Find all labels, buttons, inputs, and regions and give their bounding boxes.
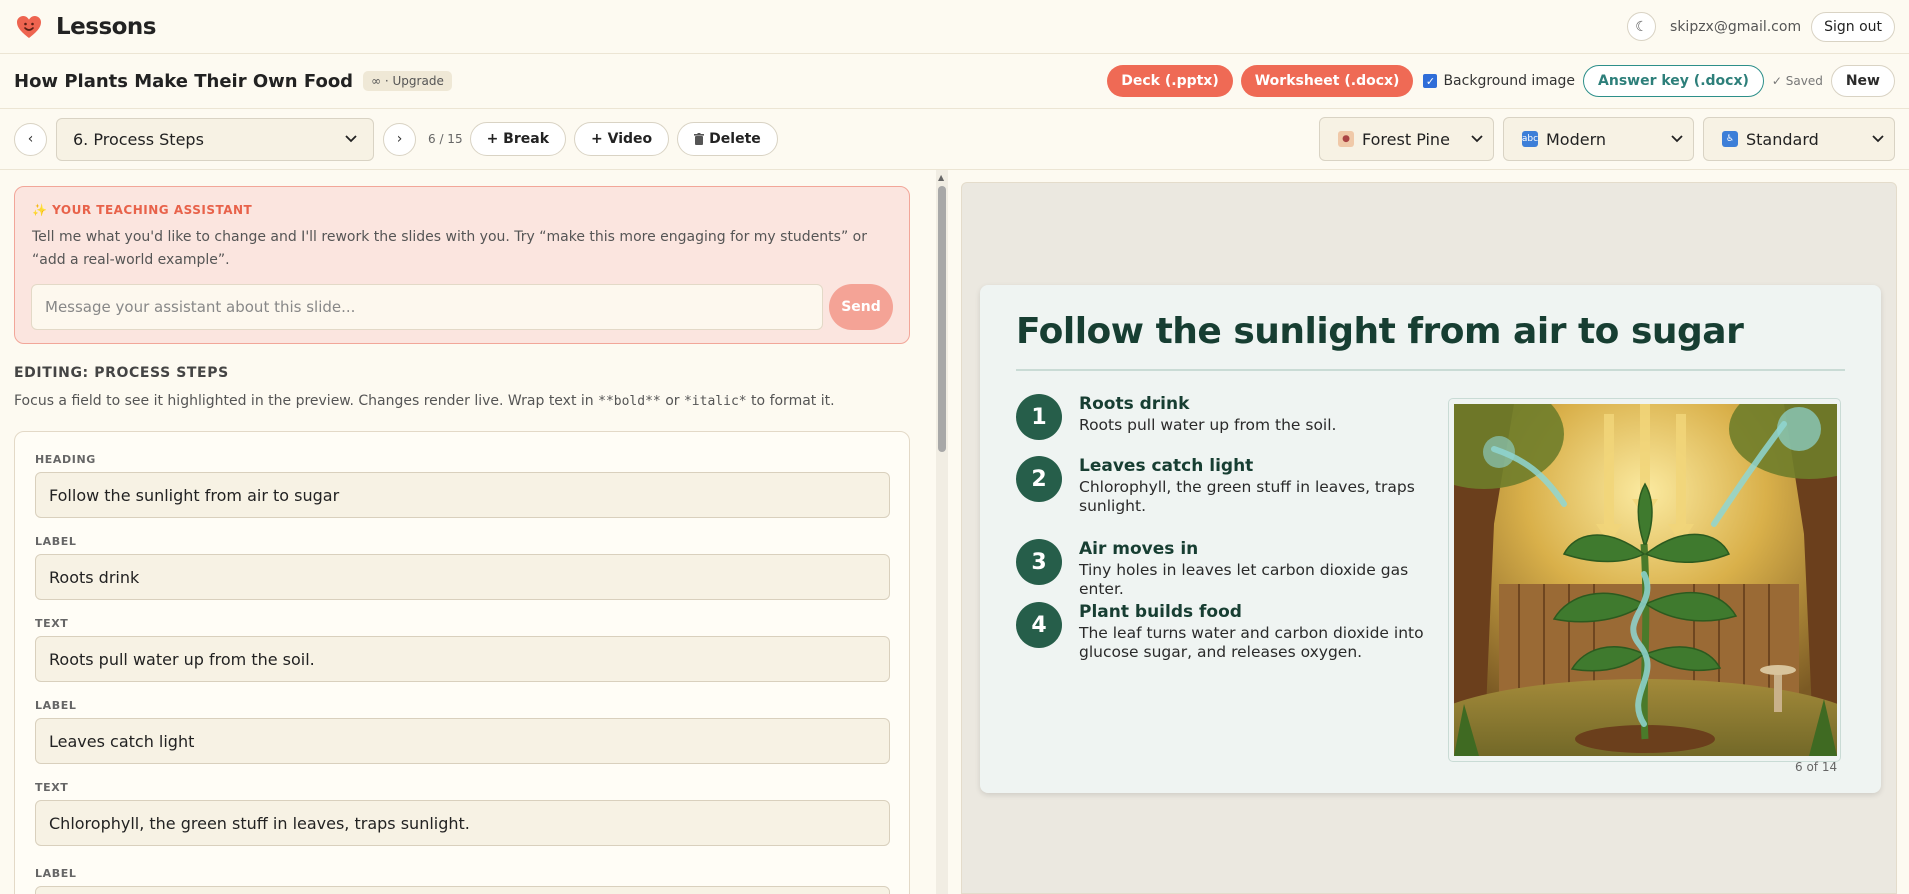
chevron-down-icon — [1471, 135, 1483, 143]
slide-select-value: 6. Process Steps — [73, 129, 204, 149]
title-divider — [1016, 369, 1845, 371]
field-label: HEADING — [35, 453, 96, 466]
top-bar: Lessons ☾ skipzx@gmail.com Sign out — [0, 0, 1909, 54]
new-lesson-button[interactable]: New — [1830, 65, 1895, 97]
step-2-label-input[interactable]: Leaves catch light — [35, 718, 890, 764]
slide-page-number: 6 of 14 — [1795, 760, 1838, 774]
delete-slide-button[interactable]: Delete — [677, 122, 778, 156]
accessibility-select-value: Standard — [1746, 129, 1819, 149]
assistant-heading: ✨ YOUR TEACHING ASSISTANT — [32, 203, 892, 217]
step-text: The leaf turns water and carbon dioxide … — [1079, 624, 1424, 661]
checkbox-checked-icon[interactable]: ✓ — [1423, 74, 1438, 88]
step-number: 3 — [1016, 539, 1062, 585]
step-3-label-input[interactable] — [35, 886, 890, 894]
accessibility-select[interactable]: ♿ Standard — [1703, 117, 1895, 161]
step-number: 4 — [1016, 602, 1062, 648]
editor-scrollbar[interactable]: ▲ — [936, 170, 948, 894]
slide-title[interactable]: Follow the sunlight from air to sugar — [1016, 311, 1744, 352]
abc-font-icon: abc — [1522, 131, 1538, 147]
lesson-title-bar: How Plants Make Their Own Food ∞ · Upgra… — [0, 54, 1909, 109]
delete-label: Delete — [709, 131, 761, 147]
slide-counter: 6 / 15 — [428, 132, 463, 146]
plant-illustration[interactable] — [1404, 379, 1889, 789]
chevron-down-icon — [345, 135, 357, 143]
moon-icon[interactable]: ☾ — [1627, 12, 1657, 41]
slide-select[interactable]: 6. Process Steps — [56, 117, 374, 161]
field-label: LABEL — [35, 699, 77, 712]
background-image-label: Background image — [1443, 73, 1576, 89]
style-select[interactable]: abc Modern — [1503, 117, 1694, 161]
sign-out-button[interactable]: Sign out — [1811, 11, 1895, 42]
add-break-button[interactable]: + Break — [469, 122, 567, 156]
next-slide-button[interactable]: › — [383, 122, 416, 156]
step-text: Chlorophyll, the green stuff in leaves, … — [1079, 478, 1415, 515]
saved-status: ✓ Saved — [1771, 74, 1823, 88]
download-answer-key-button[interactable]: Answer key (.docx) — [1583, 65, 1764, 97]
accessibility-icon: ♿ — [1722, 131, 1738, 147]
theme-select[interactable]: ● Forest Pine — [1319, 117, 1494, 161]
step-1-label-input[interactable]: Roots drink — [35, 554, 890, 600]
lesson-title[interactable]: How Plants Make Their Own Food — [14, 71, 353, 92]
style-select-value: Modern — [1546, 129, 1607, 149]
download-deck-button[interactable]: Deck (.pptx) — [1107, 65, 1233, 97]
slide-fields-form: HEADING Follow the sunlight from air to … — [14, 431, 910, 894]
teaching-assistant-card: ✨ YOUR TEACHING ASSISTANT Tell me what y… — [14, 186, 910, 344]
theme-select-value: Forest Pine — [1362, 129, 1450, 149]
download-worksheet-button[interactable]: Worksheet (.docx) — [1240, 65, 1414, 97]
step-1-text-input[interactable]: Roots pull water up from the soil. — [35, 636, 890, 682]
scrollbar-thumb[interactable] — [938, 186, 946, 452]
editor-panel: ✨ YOUR TEACHING ASSISTANT Tell me what y… — [0, 170, 932, 894]
assistant-message-input[interactable]: Message your assistant about this slide.… — [31, 284, 823, 330]
chevron-down-icon — [1671, 135, 1683, 143]
upgrade-badge[interactable]: ∞ · Upgrade — [363, 71, 452, 91]
step-text: Roots pull water up from the soil. — [1079, 416, 1337, 434]
step-label: Roots drink — [1079, 394, 1190, 414]
step-label: Leaves catch light — [1079, 456, 1254, 476]
sparkle-icon: ✨ — [32, 203, 48, 217]
add-video-button[interactable]: + Video — [574, 122, 670, 156]
heart-logo-icon — [14, 12, 44, 42]
slide-preview: Follow the sunlight from air to sugar 1 … — [980, 285, 1889, 793]
app-title: Lessons — [56, 13, 157, 40]
chevron-down-icon — [1872, 135, 1884, 143]
step-text: Tiny holes in leaves let carbon dioxide … — [1079, 561, 1409, 598]
step-2-text-input[interactable]: Chlorophyll, the green stuff in leaves, … — [35, 800, 890, 846]
send-button[interactable]: Send — [829, 284, 893, 330]
assistant-description: Tell me what you'd like to change and I'… — [32, 229, 867, 268]
field-label: LABEL — [35, 535, 77, 548]
trash-icon — [694, 133, 705, 145]
field-label: TEXT — [35, 617, 69, 630]
step-number: 1 — [1016, 394, 1062, 440]
step-label: Air moves in — [1079, 539, 1199, 559]
editing-help-text: Focus a field to see it highlighted in t… — [14, 393, 835, 409]
background-image-toggle[interactable]: ✓ Background image — [1423, 73, 1575, 89]
user-email: skipzx@gmail.com — [1670, 18, 1802, 35]
step-number: 2 — [1016, 456, 1062, 502]
scroll-up-arrow-icon[interactable]: ▲ — [938, 173, 944, 182]
field-label: LABEL — [35, 867, 77, 880]
editing-section-title: EDITING: PROCESS STEPS — [14, 365, 229, 381]
palette-icon: ● — [1338, 131, 1354, 147]
step-label: Plant builds food — [1079, 602, 1242, 622]
field-label: TEXT — [35, 781, 69, 794]
heading-input[interactable]: Follow the sunlight from air to sugar — [35, 472, 890, 518]
assistant-heading-text: YOUR TEACHING ASSISTANT — [52, 203, 253, 217]
slide-nav-bar: ‹ 6. Process Steps › 6 / 15 + Break + Vi… — [0, 109, 1909, 170]
prev-slide-button[interactable]: ‹ — [14, 122, 47, 156]
